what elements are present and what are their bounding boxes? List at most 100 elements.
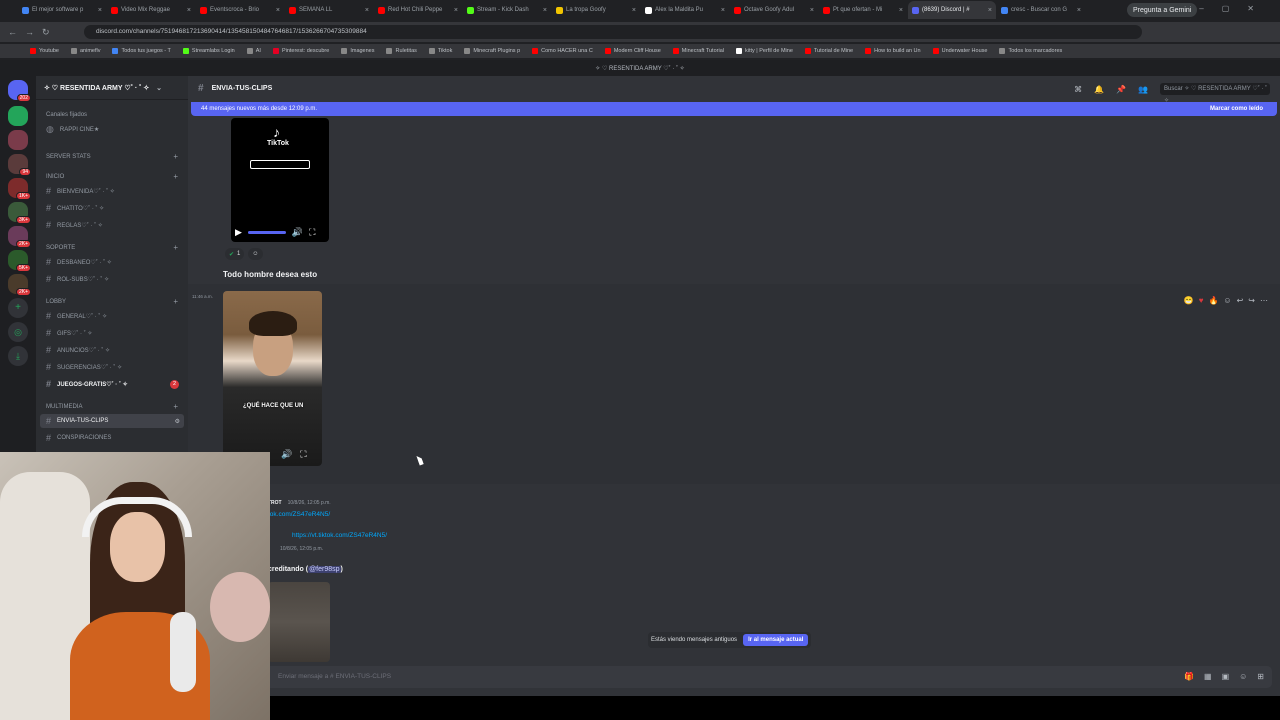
bookmark-item[interactable]: Underwater House [932,48,987,54]
tiktok-link[interactable]: https://vt.tiktok.com/ZS47eR4N5/ [292,532,387,539]
bookmark-item[interactable]: Tutorial de Mine [804,48,853,54]
server-icon[interactable]: 2K+ [8,226,31,248]
bookmark-item[interactable]: Minecraft Tutorial [672,48,724,54]
close-tab-icon[interactable]: × [276,7,280,14]
server-icon[interactable]: 5K+ [8,250,31,272]
add-reaction-button[interactable]: ☺ [248,248,263,260]
server-icon[interactable]: 94 [8,154,31,176]
close-tab-icon[interactable]: × [98,7,102,14]
bookmark-item[interactable]: Youtube [30,48,59,54]
fire-icon[interactable]: 🔥 [1208,296,1218,305]
fullscreen-icon[interactable]: ⛶ [309,227,315,238]
progress-bar[interactable] [247,231,286,234]
heart-icon[interactable]: ♥ [1199,296,1204,305]
bell-icon[interactable]: 🔔 [1094,85,1104,94]
browser-tab[interactable]: Video Mix Reggae × [107,1,195,19]
browser-tab[interactable]: El mejor software p × [18,1,106,19]
home-server-icon[interactable]: 202 [8,80,31,102]
close-tab-icon[interactable]: × [365,7,369,14]
channel-reglas[interactable]: # REGLAS♡˚ · ˚ ✧ [46,220,103,230]
channel-conspiraciones[interactable]: # CONSPIRACIONES [46,433,111,443]
emoji-icon[interactable]: 😁 [1184,296,1194,305]
threads-icon[interactable]: ⌘ [1074,85,1082,94]
add-channel-icon[interactable]: + [173,297,178,306]
bookmark-item[interactable]: Ruletitas [386,48,417,54]
browser-tab[interactable]: Stream - Kick Dash × [463,1,551,19]
bookmark-item[interactable]: Todos tus juegos - T [112,48,171,54]
bookmark-item[interactable]: Imagenes [341,48,374,54]
browser-tab[interactable]: Red Hot Chili Peppe × [374,1,462,19]
close-tab-icon[interactable]: × [988,7,992,14]
members-icon[interactable]: 👥 [1138,85,1148,94]
gif-icon[interactable]: ▦ [1204,666,1212,688]
channel-pinned[interactable]: ◍ RAPPI CINE★ [46,124,99,135]
browser-tab[interactable]: Pt que ofertan - Mi × [819,1,907,19]
browser-tab[interactable]: Alex la Maldita Pu × [641,1,729,19]
close-tab-icon[interactable]: × [899,7,903,14]
bookmark-item[interactable]: Todos los marcadores [999,48,1062,54]
channel-chatito[interactable]: # CHATITO♡˚ · ˚ ✧ [46,203,104,213]
video-embed[interactable]: ¿QUÉ HACE QUE UN 🔊 ⛶ [223,291,322,466]
add-server-icon[interactable]: + [8,298,28,318]
channel-general[interactable]: # GENERAL♡˚ · ˚ ✧ [46,311,107,321]
channel-clips[interactable]: # ENVIA-TUS-CLIPS ⚙ [40,414,184,428]
bookmark-item[interactable]: How to build an Un [865,48,921,54]
close-tab-icon[interactable]: × [810,7,814,14]
channel-anuncios[interactable]: # ANUNCIOS♡˚ · ˚ ✧ [46,345,110,355]
bookmark-item[interactable]: kitty | Perfil de Mine [735,48,793,54]
channel-sugerencias[interactable]: # SUGERENCIAS♡˚ · ˚ ✧ [46,362,122,372]
reload-icon[interactable]: ↻ [42,27,50,38]
gemini-button[interactable]: Pregunta a Gemini [1127,3,1198,17]
server-icon[interactable]: 2K+ [8,274,31,296]
close-tab-icon[interactable]: × [187,7,191,14]
bookmark-item[interactable]: Como HACER una C [532,48,593,54]
back-icon[interactable]: ← [8,27,17,37]
bookmark-item[interactable]: Minecraft Plugins p [464,48,520,54]
bookmark-item[interactable]: Tiktok [428,48,452,54]
add-channel-icon[interactable]: + [173,402,178,411]
emoji-icon[interactable]: ☺ [1239,666,1247,688]
channel-rolsubs[interactable]: # ROL-SUBS♡˚ · ˚ ✧ [46,274,109,284]
channel-gifs[interactable]: # GIFS♡˚ · ˚ ✧ [46,328,92,338]
browser-tab[interactable]: SEMANA LL × [285,1,373,19]
close-tab-icon[interactable]: × [721,7,725,14]
bookmark-item[interactable]: Modern Cliff House [604,48,661,54]
add-channel-icon[interactable]: + [173,243,178,252]
add-channel-icon[interactable]: + [173,172,178,181]
author-name[interactable]: TROT [268,500,282,506]
category-lobby[interactable]: LOBBY [46,299,66,305]
download-icon[interactable]: ⤓ [8,346,28,366]
forward-icon[interactable]: → [25,27,34,37]
browser-tab[interactable]: Eventscroca - Brio × [196,1,284,19]
reply-icon[interactable]: ↩ [1237,296,1244,305]
image-attachment[interactable] [268,582,330,662]
category-soporte[interactable]: SOPORTE [46,245,75,251]
close-tab-icon[interactable]: × [632,7,636,14]
bookmark-item[interactable]: animeflv [71,48,100,54]
explore-icon[interactable]: ◎ [8,322,28,342]
jump-to-present-button[interactable]: Ir al mensaje actual [743,634,809,646]
add-channel-icon[interactable]: + [173,152,178,161]
mark-read-button[interactable]: Marcar como leído [1210,106,1263,112]
fullscreen-icon[interactable]: ⛶ [300,449,306,460]
category-inicio[interactable]: INICIO [46,174,64,180]
browser-tab[interactable]: La tropa Goofy × [552,1,640,19]
new-messages-bar[interactable]: 44 mensajes nuevos más desde 12:09 p.m. M… [191,102,1277,116]
bookmark-item[interactable]: Streamlabs Login [182,48,235,54]
category-stats[interactable]: SERVER STATS [46,154,91,160]
message-input[interactable]: Enviar mensaje a # ENVIA-TUS-CLIPS 🎁 ▦ ▣… [258,666,1272,688]
browser-tab[interactable]: cresc - Buscar con G × [997,1,1085,19]
server-icon[interactable] [8,106,28,126]
more-icon[interactable]: ⋯ [1260,296,1268,305]
close-tab-icon[interactable]: × [454,7,458,14]
user-mention[interactable]: @fer98sp [308,566,341,573]
reaction-checkmark[interactable]: ✔ 1 [225,248,245,260]
add-reaction-icon[interactable]: ☺ [1223,296,1231,305]
bookmark-item[interactable]: AI [246,48,261,54]
close-tab-icon[interactable]: × [1077,7,1081,14]
pin-icon[interactable]: 📌 [1116,85,1126,94]
server-icon[interactable]: 3K+ [8,202,31,224]
play-icon[interactable]: ▶ [235,227,242,238]
apps-icon[interactable]: ⊞ [1257,666,1264,688]
volume-icon[interactable]: 🔊 [281,449,292,460]
